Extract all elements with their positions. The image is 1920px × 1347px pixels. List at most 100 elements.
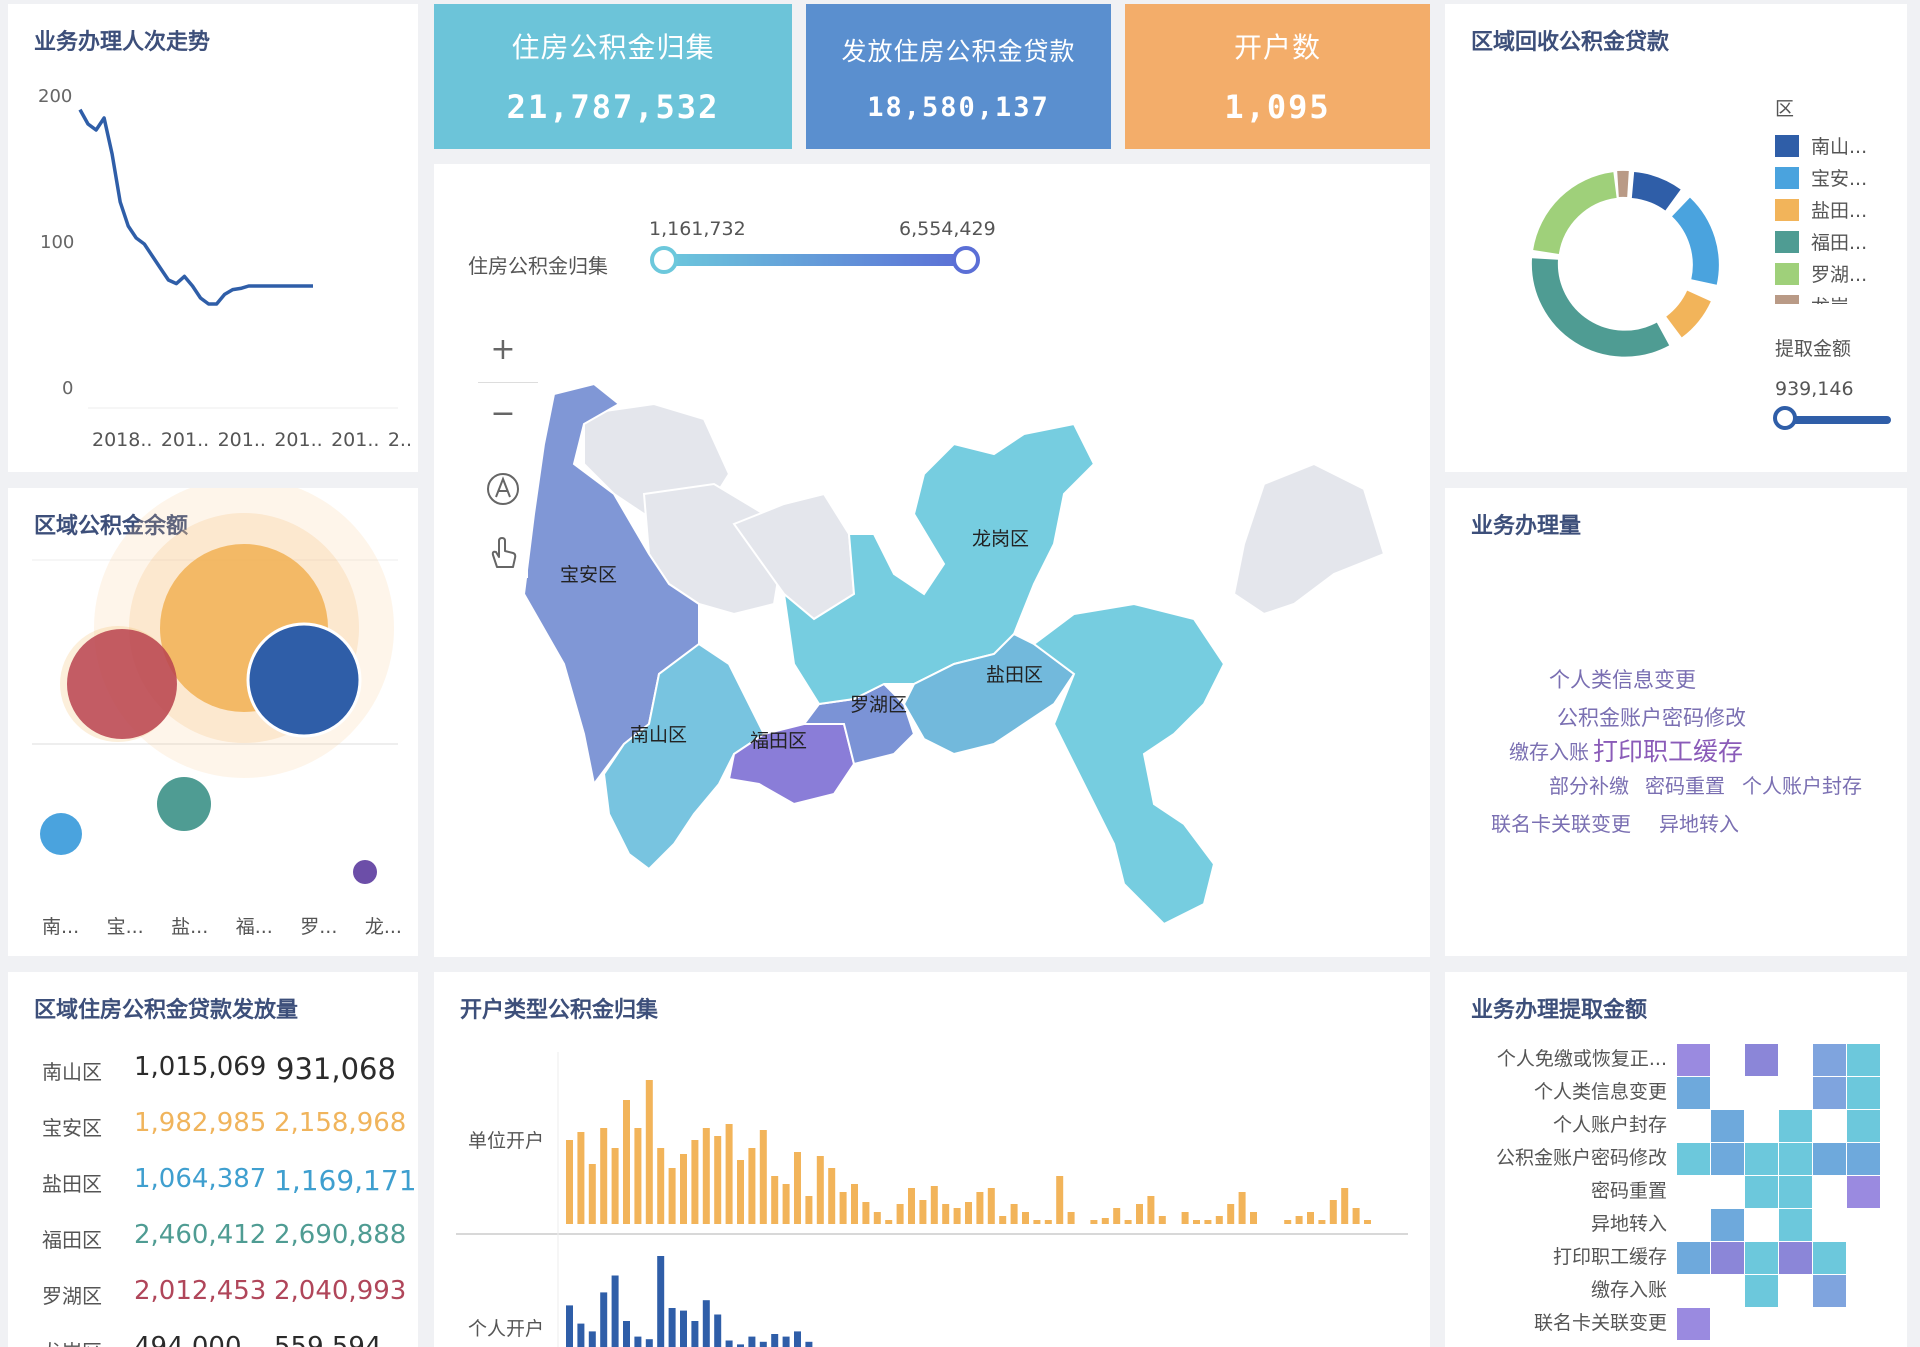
word-item[interactable]: 打印职工缓存 xyxy=(1593,732,1743,768)
heatmap-cell[interactable] xyxy=(1813,1242,1846,1274)
bar-personal[interactable] xyxy=(782,1336,790,1347)
heatmap-cell[interactable] xyxy=(1677,1077,1710,1109)
bar-unit[interactable] xyxy=(1318,1220,1326,1224)
heatmap-cell[interactable] xyxy=(1745,1176,1778,1208)
bar-unit[interactable] xyxy=(839,1192,847,1224)
bar-unit[interactable] xyxy=(1022,1212,1029,1224)
bar-unit[interactable] xyxy=(1113,1208,1121,1224)
word-item[interactable]: 密码重置 xyxy=(1645,770,1725,799)
word-item[interactable]: 异地转入 xyxy=(1659,808,1739,837)
heatmap-cell[interactable] xyxy=(1847,1143,1880,1175)
auto-fit-icon[interactable] xyxy=(478,464,528,514)
heatmap-cell[interactable] xyxy=(1779,1209,1812,1241)
bar-unit[interactable] xyxy=(782,1184,790,1224)
bar-unit[interactable] xyxy=(953,1208,961,1224)
table-row[interactable]: 宝安区 1,982,985 2,158,968 xyxy=(8,1108,418,1148)
heatmap-cell[interactable] xyxy=(1711,1143,1744,1175)
bar-personal[interactable] xyxy=(611,1275,619,1347)
bar-unit[interactable] xyxy=(896,1204,904,1224)
table-row[interactable]: 福田区 2,460,412 2,690,888 xyxy=(8,1220,418,1260)
heatmap-cell[interactable] xyxy=(1677,1242,1710,1274)
bar-personal[interactable] xyxy=(714,1314,722,1347)
zoom-out-button[interactable]: − xyxy=(478,388,528,438)
bar-unit[interactable] xyxy=(1238,1192,1246,1224)
kpi-account-openings[interactable]: 开户数 1,095 xyxy=(1125,4,1430,149)
word-item[interactable]: 缴存入账 xyxy=(1509,736,1589,765)
heatmap-cell[interactable] xyxy=(1711,1242,1744,1274)
bar-unit[interactable] xyxy=(691,1140,699,1224)
bar-personal[interactable] xyxy=(623,1321,630,1347)
bar-personal[interactable] xyxy=(680,1310,687,1347)
bar-personal[interactable] xyxy=(645,1339,653,1347)
bar-unit[interactable] xyxy=(1193,1220,1200,1224)
bar-unit[interactable] xyxy=(1284,1220,1292,1224)
legend-item-longgang[interactable]: 龙岗 xyxy=(1775,292,1849,304)
bar-unit[interactable] xyxy=(623,1100,630,1224)
bar-personal[interactable] xyxy=(805,1341,813,1347)
bar-unit[interactable] xyxy=(1067,1212,1075,1224)
kpi-housing-fund-collection[interactable]: 住房公积金归集 21,787,532 xyxy=(434,4,792,149)
bar-personal[interactable] xyxy=(771,1334,779,1347)
legend-item-nanshan[interactable]: 南山... xyxy=(1775,132,1867,159)
bar-unit[interactable] xyxy=(1090,1220,1098,1224)
bar-unit[interactable] xyxy=(930,1186,938,1224)
heatmap-cell[interactable] xyxy=(1779,1143,1812,1175)
bar-unit[interactable] xyxy=(862,1202,870,1224)
word-item[interactable]: 联名卡关联变更 xyxy=(1491,808,1631,837)
heatmap-cell[interactable] xyxy=(1677,1044,1710,1076)
heatmap-cell[interactable] xyxy=(1779,1242,1812,1274)
bar-unit[interactable] xyxy=(737,1160,744,1224)
bar-unit[interactable] xyxy=(1295,1216,1303,1224)
bar-unit[interactable] xyxy=(771,1176,779,1224)
bar-unit[interactable] xyxy=(1215,1216,1223,1224)
bar-unit[interactable] xyxy=(1341,1188,1349,1224)
bar-personal[interactable] xyxy=(725,1340,733,1347)
heatmap-cell[interactable] xyxy=(1779,1176,1812,1208)
bar-unit[interactable] xyxy=(1033,1220,1041,1224)
bar-unit[interactable] xyxy=(1124,1220,1132,1224)
table-row[interactable]: 南山区 1,015,069 931,068 xyxy=(8,1052,418,1092)
bar-unit[interactable] xyxy=(965,1202,972,1224)
word-item[interactable]: 个人账户封存 xyxy=(1742,770,1862,799)
bar-unit[interactable] xyxy=(1147,1196,1155,1224)
kpi-loan-issued[interactable]: 发放住房公积金贷款 18,580,137 xyxy=(806,4,1111,149)
bar-personal[interactable] xyxy=(794,1331,801,1347)
bar-personal[interactable] xyxy=(588,1331,596,1347)
bar-unit[interactable] xyxy=(828,1168,836,1224)
heatmap-cell[interactable] xyxy=(1677,1143,1710,1175)
word-item[interactable]: 部分补缴 xyxy=(1549,770,1629,799)
bar-unit[interactable] xyxy=(645,1080,653,1224)
bar-unit[interactable] xyxy=(1204,1220,1212,1224)
bar-unit[interactable] xyxy=(873,1212,881,1224)
bar-unit[interactable] xyxy=(1329,1200,1337,1224)
bar-personal[interactable] xyxy=(634,1336,642,1347)
bar-personal[interactable] xyxy=(600,1292,608,1347)
bar-personal[interactable] xyxy=(566,1305,573,1347)
heatmap-cell[interactable] xyxy=(1847,1110,1880,1142)
heatmap-cell[interactable] xyxy=(1711,1209,1744,1241)
bar-personal[interactable] xyxy=(657,1256,665,1347)
heatmap-cell[interactable] xyxy=(1813,1275,1846,1307)
bar-unit[interactable] xyxy=(1044,1220,1052,1224)
bar-unit[interactable] xyxy=(987,1188,995,1224)
bar-unit[interactable] xyxy=(725,1124,733,1224)
heatmap-cell[interactable] xyxy=(1745,1275,1778,1307)
bar-unit[interactable] xyxy=(999,1216,1007,1224)
heatmap-cell[interactable] xyxy=(1745,1044,1778,1076)
heatmap-cell[interactable] xyxy=(1779,1110,1812,1142)
bar-unit[interactable] xyxy=(885,1220,893,1224)
bar-unit[interactable] xyxy=(1056,1176,1064,1224)
bar-personal[interactable] xyxy=(691,1321,699,1347)
bar-unit[interactable] xyxy=(1352,1208,1360,1224)
withdraw-slider-track[interactable] xyxy=(1783,416,1891,424)
pan-hand-icon[interactable] xyxy=(478,528,528,578)
legend-item-baoan[interactable]: 宝安... xyxy=(1775,164,1867,191)
heatmap-cell[interactable] xyxy=(1745,1143,1778,1175)
bar-unit[interactable] xyxy=(1101,1218,1109,1224)
legend-item-futian[interactable]: 福田... xyxy=(1775,228,1867,255)
bar-unit[interactable] xyxy=(851,1184,858,1224)
word-item[interactable]: 个人类信息变更 xyxy=(1549,664,1696,694)
bar-unit[interactable] xyxy=(942,1204,950,1224)
bar-unit[interactable] xyxy=(1227,1204,1235,1224)
table-row[interactable]: 罗湖区 2,012,453 2,040,993 xyxy=(8,1276,418,1316)
